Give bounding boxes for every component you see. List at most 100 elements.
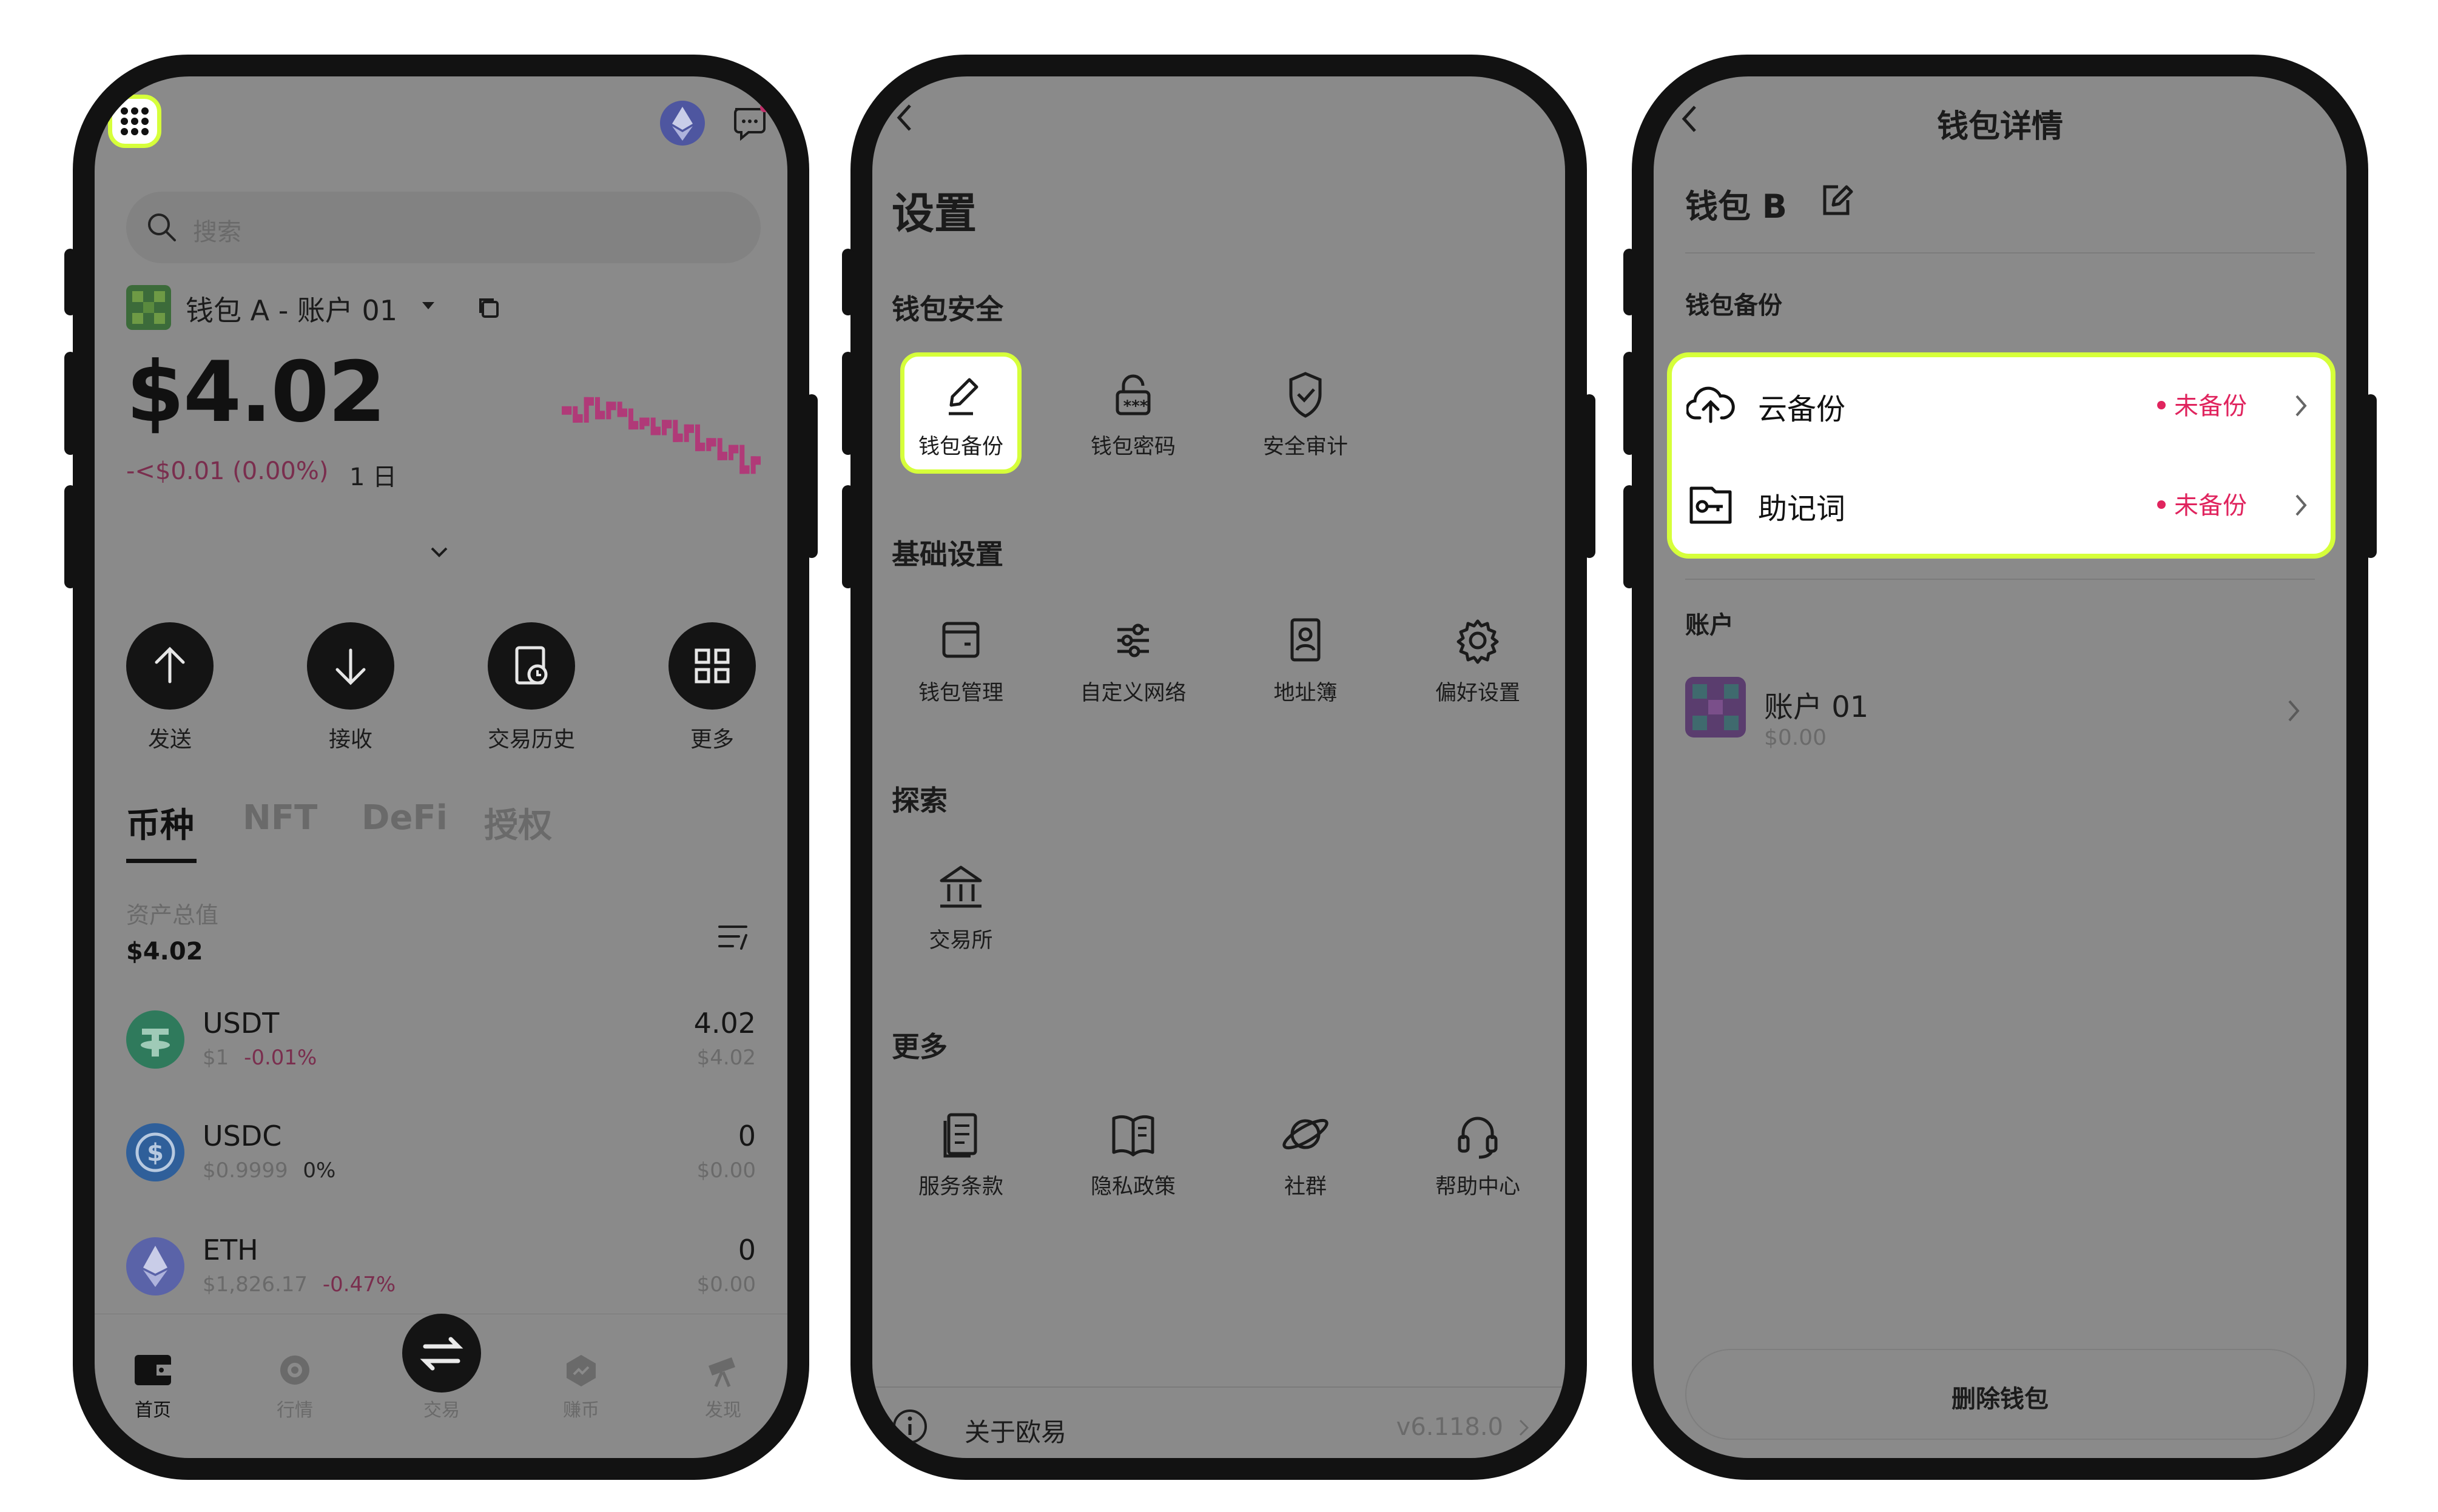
apps-grid-button[interactable] — [108, 95, 161, 148]
sort-icon[interactable] — [715, 919, 753, 953]
earn-icon[interactable] — [564, 1354, 598, 1388]
about-row[interactable]: 关于欧易 v6.118.0 — [872, 1393, 1565, 1458]
screen-settings: 设置 钱包安全 钱包备份 *** 钱包密码 安全审计 基础设置 钱包管理 自定义… — [872, 76, 1565, 1458]
pencil-icon — [949, 378, 978, 415]
nav-discover[interactable]: 发现 — [675, 1395, 772, 1422]
section-title-wallet-security: 钱包安全 — [892, 293, 1003, 326]
wallet-home-icon[interactable] — [133, 1354, 172, 1386]
preferences-item[interactable]: 偏好设置 — [1399, 608, 1557, 717]
sparkline-connector — [729, 445, 733, 460]
message-icon[interactable] — [730, 103, 769, 142]
edit-icon[interactable] — [1817, 181, 1856, 220]
cloud-upload-icon — [1686, 386, 1735, 423]
tab-defi[interactable]: DeFi — [362, 798, 448, 838]
tab-nft[interactable]: NFT — [243, 798, 317, 838]
token-row[interactable]: USDT $1 -0.01% 4.02 $4.02 — [95, 998, 787, 1095]
search-icon — [148, 213, 176, 241]
copy-icon[interactable] — [476, 295, 502, 321]
receive-label: 接收 — [328, 727, 372, 752]
sparkline-connector — [695, 424, 700, 451]
account-row[interactable]: 账户 01 $0.00 — [1654, 659, 2346, 768]
item-label: 偏好设置 — [1435, 681, 1520, 705]
item-label: 帮助中心 — [1435, 1175, 1520, 1199]
token-price: $0.9999 — [203, 1158, 288, 1183]
shield-check-icon — [1289, 372, 1322, 418]
search-placeholder: 搜索 — [193, 218, 241, 246]
item-label: 社群 — [1284, 1175, 1327, 1199]
address-book-item[interactable]: 地址簿 — [1227, 608, 1384, 717]
back-icon[interactable] — [893, 101, 917, 135]
nav-trade[interactable]: 交易 — [393, 1395, 490, 1422]
nav-home[interactable]: 首页 — [104, 1395, 201, 1422]
tab-tokens[interactable]: 币种 — [126, 798, 194, 847]
about-label: 关于欧易 — [965, 1417, 1067, 1447]
sparkline-connector — [739, 445, 745, 474]
exchange-item[interactable]: 交易所 — [882, 855, 1040, 964]
section-title-backup: 钱包备份 — [1685, 292, 1782, 320]
chevron-right-icon — [2295, 395, 2307, 417]
token-row[interactable]: $ USDC $0.9999 0% 0 $0.00 — [95, 1111, 787, 1208]
custom-network-item[interactable]: 自定义网络 — [1054, 608, 1212, 717]
search-input[interactable]: 搜索 — [126, 192, 761, 263]
screen-home: 搜索 钱包 A - 账户 01 $4.02 -<$0.01 (0.00%) 1 … — [95, 76, 787, 1458]
sparkline-connector — [706, 438, 712, 451]
total-assets-label: 资产总值 — [126, 902, 219, 929]
divider — [1685, 252, 2315, 254]
phone-wallet-home: 搜索 钱包 A - 账户 01 $4.02 -<$0.01 (0.00%) 1 … — [64, 55, 818, 1480]
community-item[interactable]: 社群 — [1227, 1101, 1384, 1211]
sliders-icon — [1117, 623, 1149, 657]
sparkline-connector — [573, 406, 578, 423]
screen-wallet-details: 钱包详情 钱包 B 钱包备份 云备份 未备份 助记词 未备份 账户 账户 01 … — [1654, 76, 2346, 1458]
token-name: USDC — [203, 1120, 282, 1152]
sparkline-connector — [628, 408, 633, 430]
sparkline-connector — [650, 417, 656, 435]
security-audit-item[interactable]: 安全审计 — [1227, 361, 1384, 471]
help-center-item[interactable]: 帮助中心 — [1399, 1101, 1557, 1211]
token-row[interactable]: ETH $1,826.17 -0.47% 0 $0.00 — [95, 1225, 787, 1322]
delete-wallet-label: 删除钱包 — [1951, 1385, 2049, 1413]
item-label: 服务条款 — [918, 1175, 1003, 1199]
expand-chevron-icon[interactable] — [427, 543, 451, 560]
privacy-item[interactable]: 隐私政策 — [1054, 1101, 1212, 1211]
trade-button[interactable] — [402, 1314, 481, 1393]
eth-network-icon[interactable] — [660, 101, 705, 146]
wallet-password-item[interactable]: *** 钱包密码 — [1054, 361, 1212, 471]
wallet-management-item[interactable]: 钱包管理 — [882, 608, 1040, 717]
history-label: 交易历史 — [487, 727, 575, 752]
token-fiat: $4.02 — [696, 1046, 756, 1070]
market-icon[interactable] — [277, 1354, 313, 1386]
backup-status: 未备份 — [2174, 392, 2247, 420]
cloud-backup-row[interactable]: 云备份 未备份 — [1672, 357, 2331, 455]
nav-market[interactable]: 行情 — [246, 1395, 343, 1422]
history-button[interactable] — [488, 622, 575, 710]
phone-settings: 设置 钱包安全 钱包备份 *** 钱包密码 安全审计 基础设置 钱包管理 自定义… — [842, 55, 1595, 1480]
wallet-backup-item[interactable]: 钱包备份 — [882, 361, 1040, 471]
period-selector[interactable]: 1 日 — [349, 457, 397, 492]
page-title: 钱包详情 — [1936, 109, 2063, 145]
tab-approvals[interactable]: 授权 — [484, 798, 552, 847]
more-button[interactable] — [668, 622, 756, 710]
token-change: 0% — [303, 1158, 336, 1183]
mnemonic-row[interactable]: 助记词 未备份 — [1672, 455, 2331, 554]
apps-icon — [695, 648, 730, 684]
total-assets-value: $4.02 — [126, 938, 203, 966]
caret-down-icon[interactable] — [421, 301, 436, 311]
section-title-explore: 探索 — [892, 784, 948, 817]
wallet-name: 钱包 B — [1685, 187, 1787, 226]
wallet-avatar — [126, 285, 171, 330]
receive-button[interactable] — [307, 622, 394, 710]
terms-item[interactable]: 服务条款 — [882, 1101, 1040, 1211]
token-name: ETH — [203, 1234, 258, 1266]
send-button[interactable] — [126, 622, 214, 710]
discover-telescope-icon[interactable] — [705, 1354, 741, 1388]
total-balance: $4.02 — [126, 343, 386, 441]
chevron-right-icon — [1519, 1419, 1529, 1436]
nav-earn[interactable]: 赚币 — [533, 1395, 630, 1422]
delete-wallet-button[interactable]: 删除钱包 — [1685, 1349, 2315, 1440]
bottom-nav: 首页 行情 交易 赚币 发现 — [95, 1314, 787, 1435]
sparkline-connector — [662, 420, 667, 435]
sparkline-connector — [595, 397, 600, 420]
sparkline-segment — [562, 406, 572, 415]
active-tab-indicator — [126, 859, 197, 863]
account-switcher[interactable]: 钱包 A - 账户 01 — [186, 289, 397, 329]
